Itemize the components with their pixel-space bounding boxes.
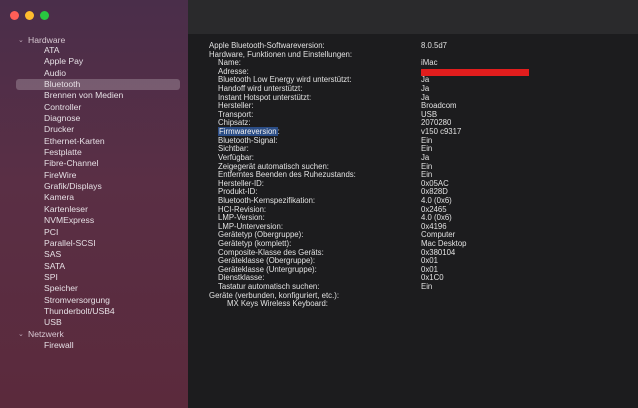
chevron-down-icon[interactable]: ⌄	[18, 330, 28, 338]
sidebar-item-controller[interactable]: Controller	[0, 102, 180, 113]
sidebar-item-grafik-displays[interactable]: Grafik/Displays	[0, 181, 180, 192]
sidebar: ⌄ Hardware ATA Apple Pay Audio Bluetooth Brenn…	[0, 0, 188, 408]
redaction-bar	[421, 68, 529, 76]
sidebar-item-sas[interactable]: SAS	[0, 249, 180, 260]
selected-text-highlight[interactable]: Firmwareversion	[218, 127, 278, 137]
detail-value: 8.0.5d7	[421, 41, 448, 50]
sidebar-item-speicher[interactable]: Speicher	[0, 283, 180, 294]
tree-group-label: Netzwerk	[28, 329, 64, 340]
sidebar-item-festplatte[interactable]: Festplatte	[0, 147, 180, 158]
sidebar-item-kartenleser[interactable]: Kartenleser	[0, 204, 180, 215]
tree-group-netzwerk[interactable]: ⌄ Netzwerk	[0, 329, 188, 340]
detail-value: Ein	[421, 282, 433, 292]
sidebar-item-thunderbolt-usb4[interactable]: Thunderbolt/USB4	[0, 306, 180, 317]
sidebar-item-stromversorgung[interactable]: Stromversorgung	[0, 295, 180, 306]
zoom-button[interactable]	[40, 11, 49, 20]
sidebar-item-firewire[interactable]: FireWire	[0, 170, 180, 181]
sidebar-item-fibre-channel[interactable]: Fibre-Channel	[0, 158, 180, 169]
window-controls	[10, 11, 49, 20]
sidebar-item-firewall[interactable]: Firewall	[0, 340, 180, 351]
tree-group-hardware[interactable]: ⌄ Hardware	[0, 34, 188, 45]
sidebar-item-ethernet-karten[interactable]: Ethernet-Karten	[0, 136, 180, 147]
sidebar-item-audio[interactable]: Audio	[0, 68, 180, 79]
sidebar-item-sata[interactable]: SATA	[0, 261, 180, 272]
sidebar-item-pci[interactable]: PCI	[0, 227, 180, 238]
sidebar-item-apple-pay[interactable]: Apple Pay	[0, 56, 180, 67]
sidebar-item-spi[interactable]: SPI	[0, 272, 180, 283]
sidebar-item-kamera[interactable]: Kamera	[0, 192, 180, 203]
sidebar-tree: ⌄ Hardware ATA Apple Pay Audio Bluetooth Brenn…	[0, 34, 188, 351]
chevron-down-icon[interactable]: ⌄	[18, 36, 28, 44]
minimize-button[interactable]	[25, 11, 34, 20]
sidebar-item-brennen-von-medien[interactable]: Brennen von Medien	[0, 90, 180, 101]
detail-key: MX Keys Wireless Keyboard:	[227, 299, 328, 309]
sidebar-item-parallel-scsi[interactable]: Parallel-SCSI	[0, 238, 180, 249]
detail-pane: Apple Bluetooth-Softwareversion: 8.0.5d7 H…	[188, 34, 638, 408]
detail-value: iMac	[421, 58, 438, 68]
close-button[interactable]	[10, 11, 19, 20]
sidebar-item-usb[interactable]: USB	[0, 317, 180, 328]
sidebar-item-ata[interactable]: ATA	[0, 45, 180, 56]
sidebar-item-nvmexpress[interactable]: NVMExpress	[0, 215, 180, 226]
toolbar	[188, 0, 638, 34]
system-information-window: ⌄ Hardware ATA Apple Pay Audio Bluetooth Brenn…	[0, 0, 638, 408]
tree-group-label: Hardware	[28, 34, 66, 45]
sidebar-item-bluetooth[interactable]: Bluetooth	[16, 79, 180, 91]
sidebar-item-diagnose[interactable]: Diagnose	[0, 113, 180, 124]
sidebar-item-drucker[interactable]: Drucker	[0, 124, 180, 135]
